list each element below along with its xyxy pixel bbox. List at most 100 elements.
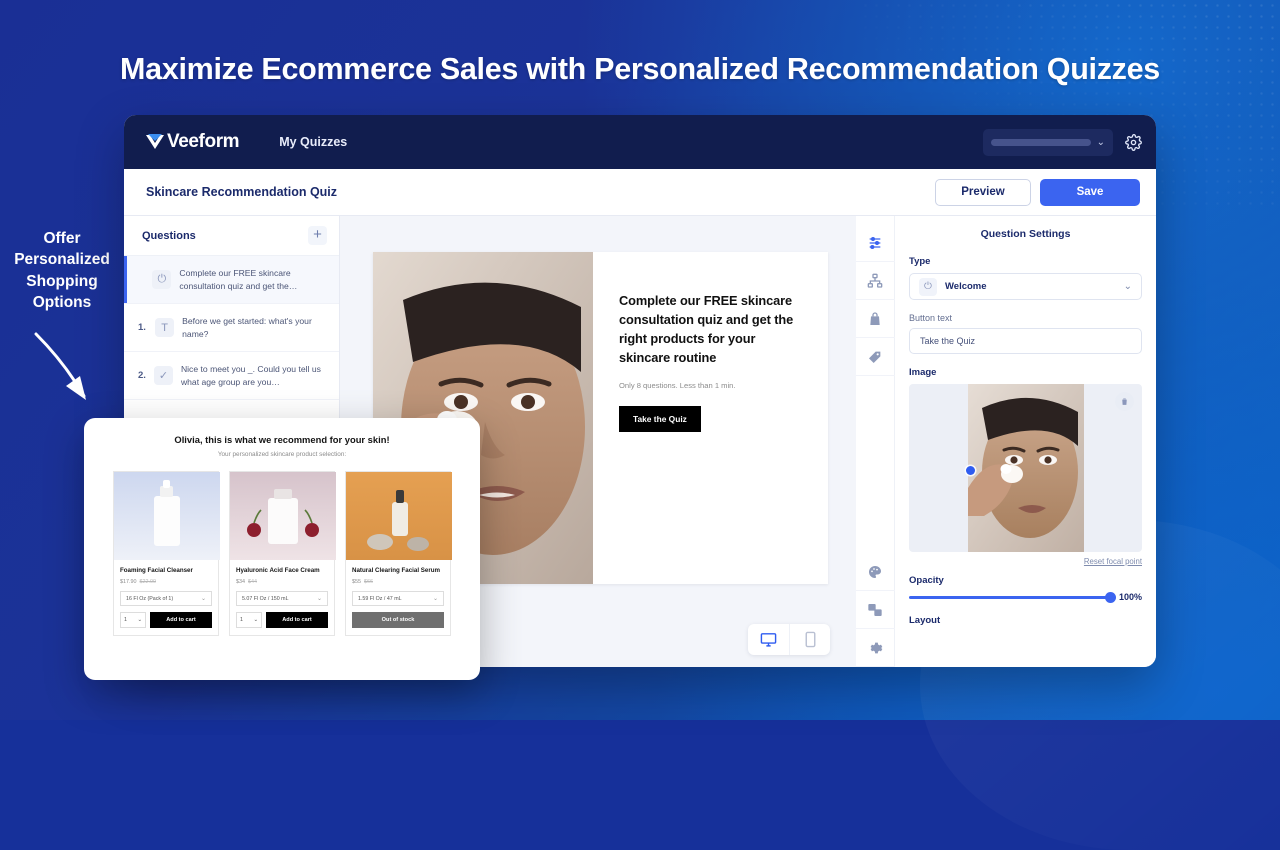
rail-translate-button[interactable] — [855, 591, 895, 629]
settings-title: Question Settings — [980, 228, 1071, 240]
mobile-view-button[interactable] — [789, 624, 830, 655]
product-name: Hyaluronic Acid Face Cream — [236, 567, 320, 574]
type-label: Type — [909, 256, 931, 267]
veeform-v-icon — [146, 134, 164, 149]
product-price: $55 $66 — [352, 579, 444, 585]
image-thumbnail — [967, 384, 1084, 552]
account-value-redacted — [991, 138, 1091, 146]
opacity-slider[interactable]: 100% — [909, 591, 1142, 603]
button-text-input[interactable]: Take the Quiz — [909, 328, 1142, 354]
product-card-list: Foaming Facial Cleanser $17.90 $22.00 16 … — [98, 471, 466, 637]
slider-knob[interactable] — [1104, 591, 1116, 603]
app-subbar: Skincare Recommendation Quiz Preview Sav… — [124, 169, 1156, 216]
curved-arrow-icon — [34, 332, 86, 400]
face-cream-photo — [230, 472, 336, 560]
rail-tag-button[interactable] — [855, 338, 895, 376]
chevron-down-icon: ⌄ — [1123, 281, 1132, 292]
mobile-icon — [805, 631, 815, 648]
question-number: 1. — [138, 322, 146, 333]
variant-value: 5.07 Fl Oz / 150 mL — [242, 595, 289, 602]
results-subheading: Your personalized skincare product selec… — [217, 451, 347, 458]
quantity-stepper[interactable]: 1 ⌄ — [120, 612, 146, 629]
sliders-icon — [869, 236, 881, 249]
save-button[interactable]: Save — [1040, 178, 1140, 206]
type-select[interactable]: ⏻ Welcome ⌄ — [909, 273, 1142, 300]
rail-sliders-button[interactable] — [855, 224, 895, 262]
variant-value: 16 Fl Oz (Pack of 1) — [126, 595, 174, 602]
results-heading: Olivia, this is what we recommend for yo… — [174, 434, 390, 445]
product-card[interactable]: Foaming Facial Cleanser $17.90 $22.00 16 … — [113, 471, 220, 637]
preview-button[interactable]: Preview — [935, 178, 1031, 206]
quantity-value: 1 — [124, 617, 127, 624]
slider-track[interactable] — [909, 591, 1116, 603]
take-the-quiz-button[interactable]: Take the Quiz — [619, 405, 701, 432]
product-image — [346, 472, 452, 560]
button-text-value: Take the Quiz — [920, 336, 976, 346]
question-text: Complete our FREE skincare consultation … — [179, 268, 298, 291]
trash-glyph — [1122, 398, 1127, 405]
nav-my-quizzes[interactable]: My Quizzes — [279, 135, 347, 149]
product-card[interactable]: Natural Clearing Facial Serum $55 $66 1.5… — [345, 471, 452, 637]
account-select[interactable]: ⌄ — [983, 128, 1113, 156]
variant-select[interactable]: 1.59 Fl Oz / 47 mL ⌄ — [352, 591, 444, 607]
palette-icon — [868, 565, 881, 578]
desktop-icon — [760, 633, 777, 647]
settings-panel: Question Settings Type ⏻ Welcome ⌄ Butto… — [855, 216, 1156, 667]
product-image — [114, 472, 220, 560]
page-title: Maximize Ecommerce Sales with Personaliz… — [120, 52, 1160, 86]
variant-select[interactable]: 16 Fl Oz (Pack of 1) ⌄ — [120, 591, 212, 607]
gear-icon[interactable] — [1125, 133, 1142, 151]
slide-heading: Complete our FREE skincare consultation … — [619, 293, 794, 365]
rail-settings-button[interactable] — [855, 629, 895, 667]
add-question-button[interactable]: + — [308, 226, 327, 245]
trash-icon[interactable] — [1115, 392, 1134, 411]
question-settings-body: Question Settings Type ⏻ Welcome ⌄ Butto… — [895, 216, 1156, 667]
quantity-stepper[interactable]: 1 ⌄ — [236, 612, 262, 629]
image-preview[interactable] — [909, 384, 1142, 552]
chevron-down-icon: ⌄ — [200, 596, 206, 603]
device-toggle — [748, 624, 830, 655]
results-popup: Olivia, this is what we recommend for yo… — [84, 418, 480, 680]
slide-subtext: Only 8 questions. Less than 1 min. — [619, 380, 736, 390]
focal-point-marker[interactable] — [966, 466, 975, 475]
type-value: Welcome — [945, 281, 987, 292]
text-field-icon: T — [155, 318, 175, 337]
chevron-down-icon: ⌄ — [253, 617, 258, 624]
rail-shop-button[interactable] — [855, 300, 895, 338]
tag-icon — [869, 351, 881, 363]
rail-sitemap-button[interactable] — [855, 262, 895, 300]
product-card[interactable]: Hyaluronic Acid Face Cream $34 $44 5.07 F… — [229, 471, 336, 637]
question-number: 2. — [138, 370, 146, 381]
app-topbar: Veeform My Quizzes ⌄ — [124, 115, 1156, 169]
product-price: $34 $44 — [236, 579, 328, 585]
chevron-down-icon: ⌄ — [316, 596, 322, 603]
rail-palette-button[interactable] — [855, 553, 895, 591]
sitemap-icon — [867, 273, 883, 288]
price-value: $17.90 — [120, 579, 137, 586]
question-list-item-2[interactable]: 2. ✓ Nice to meet you _. Could you tell … — [124, 352, 339, 400]
quantity-value: 1 — [240, 617, 243, 624]
opacity-value: 100% — [1118, 592, 1142, 602]
add-to-cart-button[interactable]: Add to cart — [266, 612, 328, 629]
product-price: $17.90 $22.00 — [120, 579, 212, 585]
gear-icon — [870, 642, 883, 653]
product-name: Foaming Facial Cleanser — [120, 567, 193, 574]
question-list-item-1[interactable]: 1. T Before we get started: what's your … — [124, 304, 339, 352]
reset-focal-point-link[interactable]: Reset focal point — [909, 557, 1142, 566]
checkmark-icon: ✓ — [153, 366, 173, 385]
add-to-cart-button[interactable]: Add to cart — [150, 612, 212, 629]
settings-rail — [855, 216, 895, 667]
compare-at-price: $22.00 — [139, 579, 157, 586]
question-list-item-0[interactable]: ⏻ Complete our FREE skincare consultatio… — [124, 256, 339, 304]
question-text: Nice to meet you _. Could you tell us wh… — [180, 364, 321, 387]
out-of-stock-button: Out of stock — [352, 612, 444, 629]
brand-logo[interactable]: Veeform — [144, 131, 240, 153]
desktop-view-button[interactable] — [748, 624, 789, 655]
variant-select[interactable]: 5.07 Fl Oz / 150 mL ⌄ — [236, 591, 328, 607]
questions-header: Questions + — [124, 216, 339, 256]
compare-at-price: $66 — [364, 579, 373, 586]
power-icon: ⏻ — [919, 277, 937, 296]
image-label: Image — [909, 367, 937, 378]
button-text-label: Button text — [909, 313, 953, 323]
compare-at-price: $44 — [248, 579, 257, 586]
